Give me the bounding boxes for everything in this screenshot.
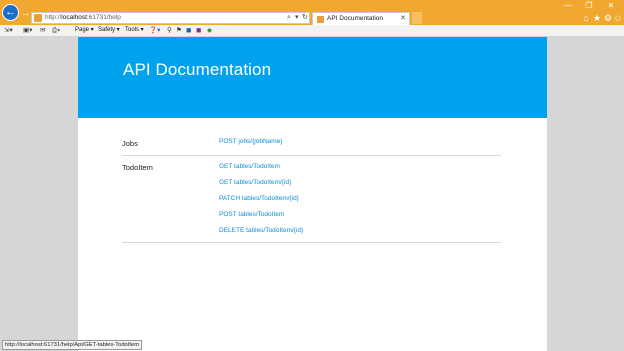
api-link-post-jobs[interactable]: POST jobs/{jobName}	[219, 138, 282, 145]
forward-button[interactable]: →	[21, 8, 30, 18]
api-link-delete-todoitem-id[interactable]: DELETE tables/TodoItem/{id}	[219, 227, 303, 234]
settings-gear-icon[interactable]: ⚙	[603, 13, 613, 23]
status-bar-url: http://localhost:61731/help/Api/GET-tabl…	[2, 340, 143, 350]
url-prefix: http://	[45, 14, 62, 21]
close-window-icon[interactable]: ✕	[601, 1, 621, 11]
read-mail-icon[interactable]: ✉	[40, 26, 45, 35]
safety-menu[interactable]: Safety ▾	[98, 26, 120, 35]
toolbar-tool-icon[interactable]: ⚑	[176, 26, 182, 35]
site-favicon-icon	[34, 14, 42, 22]
safety-menu-label: Safety	[98, 27, 116, 33]
page-header-banner: API Documentation	[78, 37, 547, 118]
group-label-todoitem: TodoItem	[122, 163, 153, 172]
feedback-smiley-icon[interactable]: ☺	[613, 13, 623, 23]
tools-menu-label: Tools	[125, 27, 140, 33]
add-to-favorites-bar-icon[interactable]: ⇲▾	[4, 26, 13, 35]
tab-favicon-icon	[317, 16, 324, 23]
favorites-star-icon[interactable]: ★	[592, 13, 602, 23]
command-bar: ⇲▾ ▣▾ ✉ ⎙▾ Page ▾ Safety ▾ Tools ▾ ❓▾ ⚲ …	[0, 25, 624, 37]
address-url[interactable]: http://localhost:61731/help	[45, 13, 121, 23]
tab-title: API Documentation	[327, 15, 384, 22]
api-link-post-todoitem[interactable]: POST tables/TodoItem	[219, 211, 284, 218]
api-link-get-todoitem[interactable]: GET tables/TodoItem	[219, 163, 280, 170]
page-menu-label: Page	[75, 27, 90, 33]
research-icon[interactable]: ⚲	[167, 26, 172, 35]
new-tab-button[interactable]	[412, 12, 422, 24]
refresh-icon[interactable]: ↻	[302, 13, 308, 23]
feeds-icon[interactable]: ▣▾	[23, 26, 32, 35]
api-link-get-todoitem-id[interactable]: GET tables/TodoItem/{id}	[219, 179, 291, 186]
url-host: localhost	[61, 14, 87, 21]
tools-menu[interactable]: Tools ▾	[125, 26, 144, 35]
tab-api-documentation[interactable]: API Documentation ✕	[312, 12, 410, 25]
address-bar[interactable]: http://localhost:61731/help ⌕ ▾ ↻	[31, 12, 310, 24]
search-icon[interactable]: ⌕	[287, 13, 291, 23]
addon-icon[interactable]: ◆	[207, 26, 212, 35]
tab-close-icon[interactable]: ✕	[400, 14, 406, 22]
page-content: API Documentation Jobs POST jobs/{jobNam…	[78, 37, 547, 351]
group-label-jobs: Jobs	[122, 139, 138, 148]
group-divider	[122, 242, 501, 243]
address-dropdown-icon[interactable]: ▾	[295, 13, 299, 23]
forward-arrow-icon: →	[21, 8, 30, 18]
url-rest: :61731/help	[86, 14, 121, 21]
print-icon[interactable]: ⎙▾	[52, 26, 60, 35]
home-icon[interactable]: ⌂	[581, 13, 591, 23]
group-divider	[122, 155, 501, 156]
back-arrow-icon: ←	[5, 6, 16, 18]
onenote-icon[interactable]: ◼	[186, 26, 191, 35]
send-to-onenote-icon[interactable]: ◼	[196, 26, 201, 35]
restore-icon[interactable]: ❐	[579, 1, 599, 11]
browser-titlebar: ← → http://localhost:61731/help ⌕ ▾ ↻ AP…	[0, 0, 624, 25]
help-icon[interactable]: ❓▾	[149, 26, 160, 35]
minimize-icon[interactable]: —	[558, 1, 578, 11]
page-menu[interactable]: Page ▾	[75, 26, 94, 35]
page-title: API Documentation	[123, 60, 272, 79]
api-link-patch-todoitem-id[interactable]: PATCH tables/TodoItem/{id}	[219, 195, 299, 202]
back-button[interactable]: ←	[2, 4, 19, 21]
